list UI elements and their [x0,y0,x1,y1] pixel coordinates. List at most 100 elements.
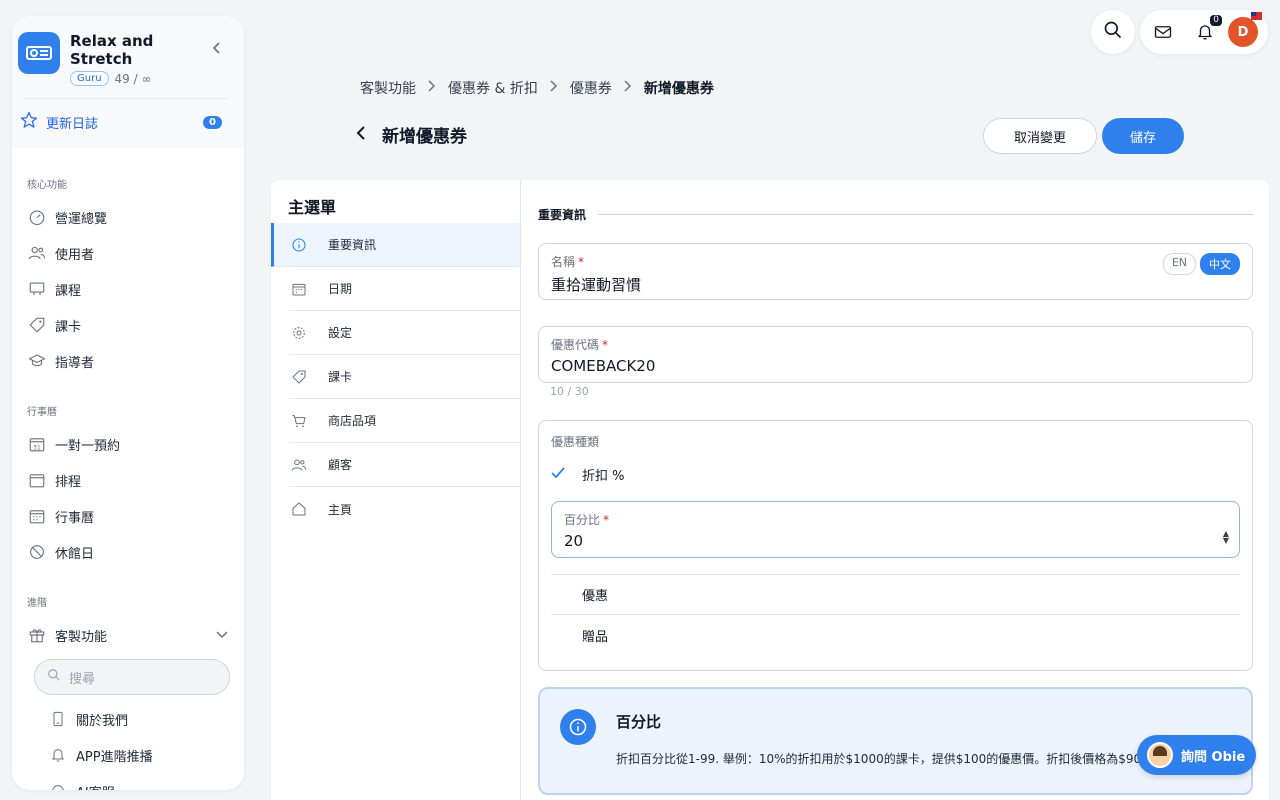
coupon-code-field[interactable]: 優惠代碼 * COMEBACK20 [538,326,1253,383]
calendar-grid-icon [27,506,47,526]
sidebar-item-users[interactable]: 使用者 [12,235,244,271]
menu-item-passes[interactable]: 課卡 [289,355,520,399]
section-title-calendar: 行事曆 [27,407,57,418]
section-title-core: 核心功能 [27,180,67,191]
back-arrow-icon[interactable] [356,125,366,144]
info-body: 折扣百分比從1-99. 舉例：10%的折扣用於$1000的課卡，提供$100的優… [616,752,1161,766]
sidebar-item-label: 行事曆 [55,510,95,526]
percentage-value[interactable]: 20 [564,532,1227,550]
lang-zh-button[interactable]: 中文 [1200,253,1240,275]
ask-obie-label: 詢問 Obie [1181,749,1246,765]
section-divider [598,214,1253,215]
discount-type-group: 優惠種類 折扣 % 百分比 * 20 ▲ ▼ 優惠 贈品 [538,420,1253,671]
save-button[interactable]: 儲存 [1102,118,1184,154]
form-content: 重要資訊 名稱 * 重拾運動習慣 EN 中文 優惠代碼 * COMEBACK20 1… [538,180,1253,795]
main-menu: 主選單 重要資訊 日期 設定 課卡 商店品項 顧客 主頁 [271,180,521,800]
name-field-value[interactable]: 重拾運動習慣 [551,274,1240,295]
chat-icon [48,781,68,790]
menu-item-label: 日期 [328,282,353,296]
page-title: 新增優惠券 [382,127,467,147]
avatar[interactable]: D [1228,12,1262,47]
topbar-actions: 0 D [1140,10,1268,54]
cancel-changes-button[interactable]: 取消變更 [983,118,1097,154]
home-icon [289,501,309,517]
star-icon [20,111,38,133]
discount-type-option-percent[interactable]: 折扣 % [551,453,1240,495]
coupon-form-card: 主選單 重要資訊 日期 設定 課卡 商店品項 顧客 主頁 重要資訊 名稱 * 重… [271,180,1269,800]
sidebar-item-closures[interactable]: 休館日 [12,534,244,570]
breadcrumb-current: 新增優惠券 [643,81,714,97]
sidebar-item-label: AI客服 [76,782,115,791]
sidebar-item-one-on-one[interactable]: 31 一對一預約 [12,426,244,462]
chevron-down-icon[interactable] [216,628,228,642]
percentage-input[interactable]: 百分比 * 20 ▲ ▼ [551,501,1240,558]
graduation-cap-icon [27,351,47,371]
coupon-code-value[interactable]: COMEBACK20 [551,357,1240,375]
discount-type-option-offer[interactable]: 優惠 [551,575,1240,615]
gift-icon [27,625,47,645]
sidebar-item-label: 一對一預約 [55,438,121,454]
lang-en-button[interactable]: EN [1162,253,1196,275]
sidebar-search-input[interactable]: 搜尋 [34,659,230,695]
discount-type-option-gift[interactable]: 贈品 [551,615,1240,655]
calendar-31-icon: 31 [27,434,47,454]
menu-item-label: 顧客 [328,458,353,472]
sidebar-item-schedule[interactable]: 排程 [12,462,244,498]
menu-item-dates[interactable]: 日期 [289,267,520,311]
sidebar-item-label: 休館日 [55,546,95,562]
search-icon [1103,20,1123,44]
breadcrumb-coupons[interactable]: 優惠券 [570,78,612,98]
notification-count-badge: 0 [1210,15,1222,26]
sidebar-item-courses[interactable]: 課程 [12,271,244,307]
info-icon [289,237,309,253]
menu-item-store-items[interactable]: 商店品項 [289,399,520,443]
calendar-icon [27,470,47,490]
changelog-link[interactable]: 更新日誌 0 [18,99,238,145]
sidebar-item-dashboard[interactable]: 營運總覽 [12,199,244,235]
avatar-initial: D [1237,24,1249,40]
sidebar-subitem-about[interactable]: 關於我們 [12,701,244,737]
brand-logo-icon [18,32,60,74]
discount-type-option-label: 折扣 % [582,468,625,484]
gauge-icon [27,207,47,227]
users-icon [289,457,309,473]
menu-item-homepage[interactable]: 主頁 [289,487,520,531]
number-stepper-icon[interactable]: ▲ ▼ [1223,530,1229,545]
sidebar-subitem-push[interactable]: APP進階推播 [12,737,244,773]
global-search-button[interactable] [1091,10,1135,54]
notification-bell-icon[interactable]: 0 [1194,15,1222,43]
name-field-label: 名稱 * [551,255,585,269]
sidebar-item-calendar[interactable]: 行事曆 [12,498,244,534]
changelog-label: 更新日誌 [46,116,99,132]
mail-icon[interactable] [1152,21,1174,43]
menu-item-label: 課卡 [328,370,353,384]
tag-icon [27,315,47,335]
section-heading: 重要資訊 [538,206,1253,223]
sidebar-header: Relax and Stretch Guru 49 / ∞ 更新日誌 0 [12,16,244,148]
sidebar-item-label: APP進階推播 [76,749,153,765]
sidebar: Relax and Stretch Guru 49 / ∞ 更新日誌 0 核心功… [12,16,244,790]
breadcrumb-coupons-discounts[interactable]: 優惠券 & 折扣 [448,78,538,98]
collapse-sidebar-icon[interactable] [212,42,222,58]
sidebar-item-label: 排程 [55,474,82,490]
menu-item-key-info[interactable]: 重要資訊 [271,223,520,267]
users-icon [27,243,47,263]
plan-badge: Guru [70,71,109,86]
breadcrumb-custom-features[interactable]: 客製功能 [360,78,416,98]
page-header: 新增優惠券 [356,122,467,147]
main-menu-title: 主選單 [288,198,337,217]
menu-item-customers[interactable]: 顧客 [289,443,520,487]
menu-item-settings[interactable]: 設定 [289,311,520,355]
sidebar-item-passes[interactable]: 課卡 [12,307,244,343]
ask-obie-button[interactable]: 詢問 Obie [1137,735,1256,775]
tag-icon [289,369,309,385]
menu-item-label: 商店品項 [328,414,377,428]
sidebar-item-instructors[interactable]: 指導者 [12,343,244,379]
calendar-icon [289,281,309,297]
brand[interactable]: Relax and Stretch Guru 49 / ∞ [18,32,238,86]
sidebar-item-label: 課程 [55,283,82,299]
sidebar-subitem-ai[interactable]: AI客服 [12,773,244,790]
sidebar-item-custom-features[interactable]: 客製功能 [12,617,244,653]
name-field[interactable]: 名稱 * 重拾運動習慣 EN 中文 [538,243,1253,300]
sidebar-item-label: 關於我們 [76,713,129,729]
